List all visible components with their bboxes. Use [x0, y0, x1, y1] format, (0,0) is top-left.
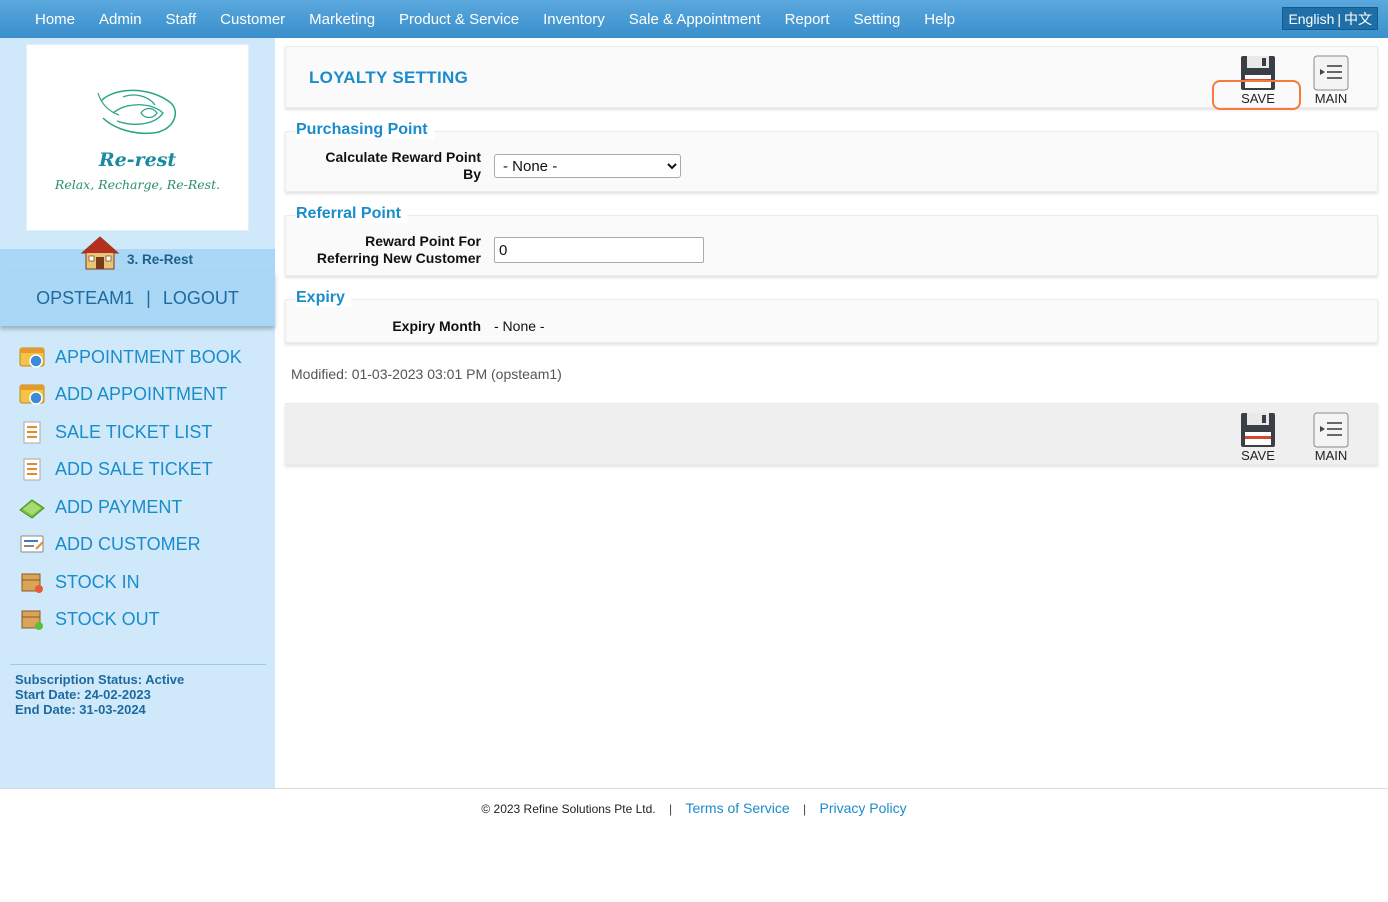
subscription-divider: [10, 664, 266, 665]
company-logo: Re-rest Relax, Recharge, Re-Rest.: [26, 44, 249, 231]
terms-link[interactable]: Terms of Service: [685, 800, 789, 816]
nav-inventory[interactable]: Inventory: [531, 11, 617, 28]
quick-sale-ticket-list[interactable]: SALE TICKET LIST: [18, 417, 212, 447]
quick-add-payment[interactable]: ADD PAYMENT: [18, 492, 182, 522]
main-menu: Home Admin Staff Customer Marketing Prod…: [23, 0, 967, 38]
main-button[interactable]: MAIN: [1301, 49, 1361, 107]
footer-separator: |: [803, 802, 807, 816]
lang-separator: |: [1337, 10, 1341, 27]
logo-leaf-icon: [97, 89, 176, 135]
subscription-status: Subscription Status: Active: [15, 672, 185, 687]
user-bar: OPSTEAM1 | LOGOUT: [0, 271, 275, 326]
quick-add-sale-ticket[interactable]: ADD SALE TICKET: [18, 454, 213, 484]
nav-marketing[interactable]: Marketing: [297, 11, 387, 28]
referral-reward-input[interactable]: [494, 237, 704, 263]
quick-appointment-book[interactable]: APPOINTMENT BOOK: [18, 342, 242, 372]
referral-point-title: Referral Point: [296, 205, 407, 223]
nav-sale-appointment[interactable]: Sale & Appointment: [617, 11, 773, 28]
sidebar: Re-rest Relax, Recharge, Re-Rest. 3. Re-…: [0, 38, 275, 788]
list-menu-icon: [1313, 412, 1349, 448]
add-payment-icon: [19, 499, 45, 519]
calculate-reward-label-line1: Calculate Reward Point: [325, 149, 481, 165]
appointment-book-icon: [19, 347, 45, 368]
lang-chinese[interactable]: 中文: [1344, 9, 1372, 29]
nav-help[interactable]: Help: [912, 11, 967, 28]
language-switcher: English | 中文: [1282, 7, 1378, 30]
logout-link[interactable]: LOGOUT: [163, 288, 239, 309]
add-sale-ticket-icon: [23, 458, 41, 481]
save-button[interactable]: SAVE: [1228, 49, 1288, 107]
quick-label: SALE TICKET LIST: [55, 421, 213, 442]
page-header: LOYALTY SETTING SAVE MAIN: [285, 46, 1378, 110]
top-nav: Home Admin Staff Customer Marketing Prod…: [0, 0, 1388, 38]
footer-divider: [0, 788, 1388, 789]
quick-label: ADD APPOINTMENT: [55, 383, 228, 404]
privacy-link[interactable]: Privacy Policy: [820, 800, 907, 816]
quick-add-customer[interactable]: ADD CUSTOMER: [18, 529, 201, 559]
quick-label: APPOINTMENT BOOK: [55, 346, 242, 367]
nav-setting[interactable]: Setting: [842, 11, 913, 28]
quick-add-appointment[interactable]: ADD APPOINTMENT: [18, 379, 227, 409]
nav-admin[interactable]: Admin: [87, 11, 154, 28]
logo-tagline: Relax, Recharge, Re-Rest.: [54, 177, 221, 192]
referral-reward-label-line2: Referring New Customer: [316, 250, 481, 266]
floppy-disk-icon: [1241, 413, 1275, 447]
quick-stock-out[interactable]: STOCK OUT: [18, 604, 160, 634]
nav-product-service[interactable]: Product & Service: [387, 11, 531, 28]
purchasing-point-title: Purchasing Point: [296, 121, 434, 139]
nav-customer[interactable]: Customer: [208, 11, 297, 28]
save-button-bottom[interactable]: SAVE: [1228, 406, 1288, 464]
nav-staff[interactable]: Staff: [154, 11, 209, 28]
expiry-title: Expiry: [296, 289, 351, 307]
stock-out-icon: [21, 610, 43, 630]
stock-in-icon: [21, 573, 43, 593]
expiry-month-value: - None -: [494, 318, 545, 334]
house-icon[interactable]: [80, 235, 120, 271]
nav-home[interactable]: Home: [23, 11, 87, 28]
floppy-disk-icon: [1241, 56, 1275, 90]
list-menu-icon: [1313, 55, 1349, 91]
nav-report[interactable]: Report: [773, 11, 842, 28]
quick-label: ADD CUSTOMER: [55, 533, 201, 554]
quick-label: STOCK OUT: [55, 608, 160, 629]
quick-label: ADD SALE TICKET: [55, 458, 213, 479]
quick-label: ADD PAYMENT: [55, 496, 183, 517]
username-link[interactable]: OPSTEAM1: [36, 288, 134, 309]
subscription-start-date: Start Date: 24-02-2023: [15, 687, 151, 702]
referral-reward-label-line1: Reward Point For: [365, 233, 481, 249]
calculate-reward-select[interactable]: - None -: [494, 154, 681, 178]
main-label: MAIN: [1314, 91, 1348, 106]
calculate-reward-label: Calculate Reward Point By: [290, 149, 481, 183]
logo-title: Re-rest: [98, 149, 177, 171]
branch-name[interactable]: 3. Re-Rest: [127, 252, 193, 267]
branch-bar: 3. Re-Rest: [0, 236, 275, 271]
lang-english[interactable]: English: [1288, 11, 1334, 27]
subscription-info: Subscription Status: Active Start Date: …: [15, 672, 184, 717]
main-label: MAIN: [1314, 448, 1348, 463]
footer: © 2023 Refine Solutions Pte Ltd. | Terms…: [0, 800, 1388, 816]
main-button-bottom[interactable]: MAIN: [1301, 406, 1361, 464]
quick-label: STOCK IN: [55, 571, 140, 592]
subscription-end-date: End Date: 31-03-2024: [15, 702, 146, 717]
add-customer-icon: [20, 535, 44, 553]
save-label: SAVE: [1241, 91, 1275, 106]
page-title: LOYALTY SETTING: [309, 68, 469, 87]
add-appointment-icon: [19, 384, 45, 405]
bottom-toolbar: SAVE MAIN: [285, 403, 1378, 465]
modified-info: Modified: 01-03-2023 03:01 PM (opsteam1): [291, 366, 562, 382]
calculate-reward-label-line2: By: [463, 166, 481, 182]
save-label: SAVE: [1241, 448, 1275, 463]
referral-reward-label: Reward Point For Referring New Customer: [290, 233, 481, 267]
expiry-month-label: Expiry Month: [392, 318, 481, 334]
copyright: © 2023 Refine Solutions Pte Ltd.: [481, 802, 656, 816]
quick-stock-in[interactable]: STOCK IN: [18, 567, 140, 597]
user-separator: |: [146, 288, 151, 308]
footer-separator: |: [668, 802, 673, 816]
sale-ticket-list-icon: [23, 421, 41, 444]
